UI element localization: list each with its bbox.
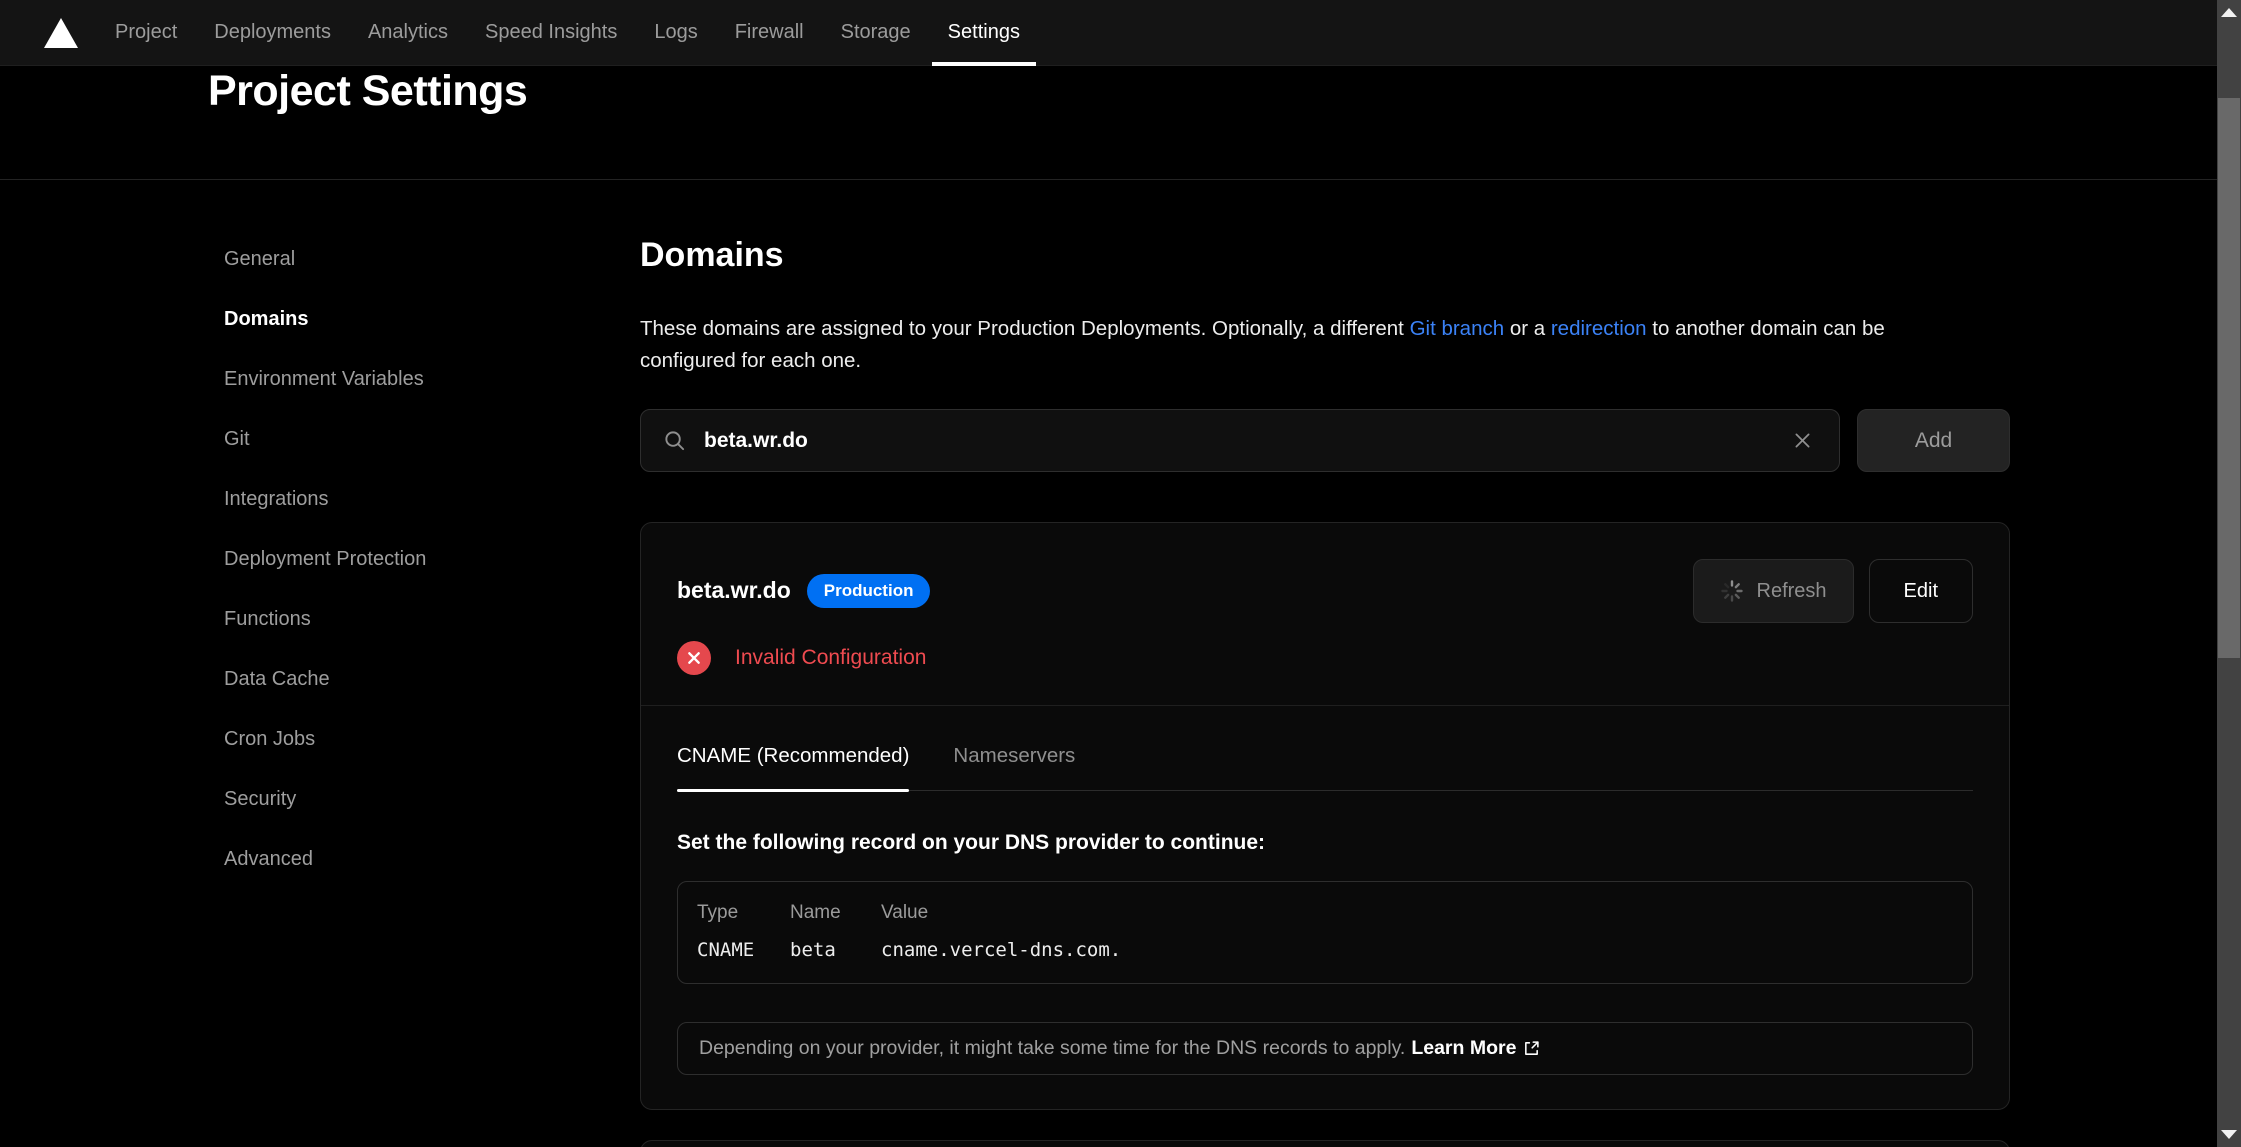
domain-add-row: Add <box>640 409 2010 472</box>
record-header-value: Value <box>881 902 1953 924</box>
nav-tab-storage[interactable]: Storage <box>841 0 911 66</box>
sidebar-item-security[interactable]: Security <box>224 769 594 829</box>
sidebar-item-data-cache[interactable]: Data Cache <box>224 649 594 709</box>
dns-note-text: Depending on your provider, it might tak… <box>699 1037 1405 1060</box>
card-divider <box>641 705 2009 706</box>
dns-note: Depending on your provider, it might tak… <box>677 1022 1973 1075</box>
record-name-value: beta <box>790 939 881 961</box>
nav-tab-firewall[interactable]: Firewall <box>735 0 804 66</box>
description-text: These domains are assigned to your Produ… <box>640 317 1410 340</box>
sidebar-item-deployment-protection[interactable]: Deployment Protection <box>224 529 594 589</box>
sidebar-item-environment-variables[interactable]: Environment Variables <box>224 349 594 409</box>
nav-tab-deployments[interactable]: Deployments <box>214 0 331 66</box>
clear-input-icon[interactable] <box>1788 426 1817 455</box>
error-icon <box>677 641 711 675</box>
spinner-icon <box>1720 579 1744 603</box>
git-branch-link[interactable]: Git branch <box>1410 317 1505 340</box>
domain-card-header: beta.wr.do Production <box>641 523 2009 623</box>
dns-instruction: Set the following record on your DNS pro… <box>677 831 1973 855</box>
domain-card: beta.wr.do Production <box>640 522 2010 1110</box>
record-header-name: Name <box>790 902 881 924</box>
nav-tab-settings[interactable]: Settings <box>948 0 1020 66</box>
domain-search-box <box>640 409 1840 472</box>
nav-tab-logs[interactable]: Logs <box>654 0 697 66</box>
domain-name: beta.wr.do <box>677 577 791 604</box>
tab-nameservers[interactable]: Nameservers <box>953 744 1075 790</box>
sidebar-item-domains[interactable]: Domains <box>224 289 594 349</box>
record-header-type: Type <box>697 902 790 924</box>
domain-status-row: Invalid Configuration <box>641 623 2009 705</box>
refresh-button-label: Refresh <box>1757 580 1827 603</box>
domains-section: Domains These domains are assigned to yo… <box>640 181 2010 1110</box>
page-title: Project Settings <box>208 67 527 116</box>
vertical-scrollbar[interactable] <box>2217 0 2241 1147</box>
sidebar-item-integrations[interactable]: Integrations <box>224 469 594 529</box>
project-settings-page: Project Deployments Analytics Speed Insi… <box>0 0 2241 1147</box>
redirection-link[interactable]: redirection <box>1551 317 1647 340</box>
nav-tab-project[interactable]: Project <box>115 0 177 66</box>
learn-more-label: Learn More <box>1411 1037 1516 1060</box>
scroll-down-icon[interactable] <box>2221 1130 2237 1139</box>
top-nav: Project Deployments Analytics Speed Insi… <box>0 0 2217 66</box>
scrollbar-thumb[interactable] <box>2218 98 2240 658</box>
sidebar-item-cron-jobs[interactable]: Cron Jobs <box>224 709 594 769</box>
search-icon <box>663 429 686 452</box>
scroll-up-icon[interactable] <box>2221 8 2237 17</box>
production-badge: Production <box>807 574 931 608</box>
record-type-value: CNAME <box>697 939 790 961</box>
vercel-logo-icon[interactable] <box>44 18 78 48</box>
next-domain-card <box>640 1140 2010 1147</box>
add-domain-button[interactable]: Add <box>1857 409 2010 472</box>
record-value-value: cname.vercel-dns.com. <box>881 939 1953 961</box>
section-description: These domains are assigned to your Produ… <box>640 313 1970 377</box>
learn-more-link[interactable]: Learn More <box>1411 1037 1540 1060</box>
external-link-icon <box>1523 1040 1540 1057</box>
section-title: Domains <box>640 236 2010 275</box>
tab-cname-recommended[interactable]: CNAME (Recommended) <box>677 744 909 790</box>
refresh-button[interactable]: Refresh <box>1693 559 1854 623</box>
sidebar-item-functions[interactable]: Functions <box>224 589 594 649</box>
invalid-configuration-status: Invalid Configuration <box>735 646 926 670</box>
sidebar-item-general[interactable]: General <box>224 229 594 289</box>
page-header: Project Settings <box>0 66 2217 180</box>
sidebar-item-advanced[interactable]: Advanced <box>224 829 594 889</box>
dns-record-box: Type Name Value CNAME beta cname.vercel-… <box>677 881 1973 984</box>
description-text: or a <box>1504 317 1551 340</box>
record-tabs: CNAME (Recommended) Nameservers <box>677 744 1973 791</box>
nav-tab-speed-insights[interactable]: Speed Insights <box>485 0 617 66</box>
settings-sidebar: General Domains Environment Variables Gi… <box>224 229 594 889</box>
sidebar-item-git[interactable]: Git <box>224 409 594 469</box>
domain-search-input[interactable] <box>704 429 1770 453</box>
nav-tab-analytics[interactable]: Analytics <box>368 0 448 66</box>
edit-button[interactable]: Edit <box>1869 559 1973 623</box>
